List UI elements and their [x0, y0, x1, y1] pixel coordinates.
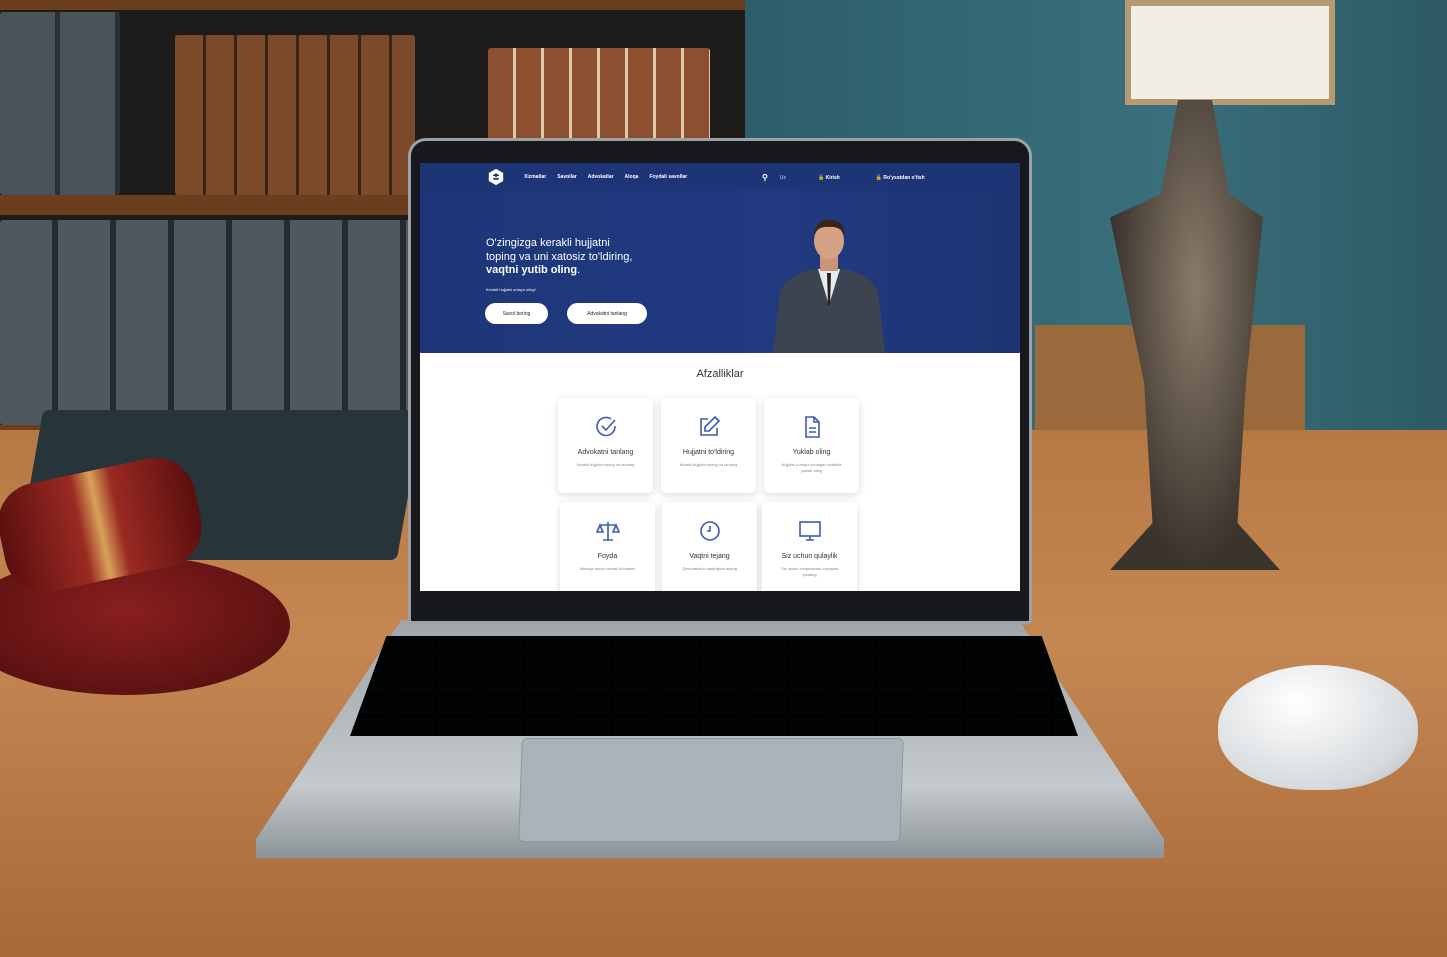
navbar: Xizmatlar Savollar Advokatlar Aloqa Foyd… [420, 163, 1020, 191]
choose-lawyer-button[interactable]: Advokatni tanlang [567, 303, 647, 324]
advantage-card: Siz uchun qulaylik Siz uydan chiqmasdan … [762, 502, 857, 591]
ask-question-button[interactable]: Savol bering [485, 303, 548, 324]
card-desc: Qimmatbaho vaqtingizni tejang [682, 566, 737, 571]
monitor-icon [798, 521, 821, 541]
laptop-screen: Xizmatlar Savollar Advokatlar Aloqa Foyd… [420, 163, 1020, 591]
login-label: Kirish [825, 174, 840, 181]
card-title: Yuklab oling [792, 449, 831, 456]
card-title: Hujjatni to'ldiring [682, 449, 735, 456]
card-desc: Hujjatni o'zingiz xohlagan shaklda yukla… [781, 462, 842, 473]
clock-icon [699, 521, 720, 541]
card-desc: Siz uydan chiqmasdan murojaat yarating [781, 566, 838, 577]
card-desc: Mutlaqo bepul xizmat ko'rsatish [579, 566, 636, 571]
advantage-card: Hujjatni to'ldiring Kerakli hujjatni top… [661, 398, 756, 493]
advantage-card: Foyda Mutlaqo bepul xizmat ko'rsatish [560, 502, 655, 591]
nav-link-xizmatlar[interactable]: Xizmatlar [524, 174, 546, 180]
trackpad [518, 738, 904, 842]
register-button[interactable]: 🔓 Ro'yxatdan o'tish [876, 175, 925, 181]
wall-picture [1125, 0, 1335, 105]
card-title: Siz uchun qulaylik [781, 553, 838, 560]
card-desc: Kerakli hujjatni toping va tanlang [679, 462, 738, 467]
advantage-card: Advokatni tanlang Kerakli hujjatni topin… [558, 398, 653, 493]
edit-icon [699, 415, 720, 436]
nav-link-aloqa[interactable]: Aloqa [625, 174, 639, 180]
card-title: Foyda [597, 553, 618, 560]
check-circle-icon [595, 416, 616, 437]
keyboard [350, 636, 1078, 736]
search-icon[interactable]: ⚲ [762, 173, 768, 182]
lock-icon: 🔓 [817, 174, 825, 181]
scales-icon [595, 522, 620, 541]
lock-icon: 🔓 [875, 174, 883, 181]
card-desc: Kerakli hujjatni toping va tanlang [576, 462, 635, 467]
nav-link-savollar[interactable]: Savollar [557, 174, 576, 180]
advantage-card: Yuklab oling Hujjatni o'zingiz xohlagan … [764, 398, 859, 493]
nav-link-advokatlar[interactable]: Advokatlar [588, 174, 614, 180]
nav-link-foydali-savollar[interactable]: Foydali savollar [649, 174, 687, 180]
language-select[interactable]: Uz [780, 175, 786, 181]
mouse [1218, 665, 1418, 790]
card-title: Advokatni tanlang [577, 449, 634, 456]
advantages-title: Afzalliklar [696, 368, 744, 380]
hero-title: O'zingizga kerakli hujjatni toping va uni… [486, 237, 633, 276]
hero-subtitle: Kerakli hujjatni onlayn oling! [486, 287, 536, 292]
logo-icon[interactable] [487, 168, 505, 186]
lawyer-photo [773, 219, 885, 353]
card-title: Vaqtni tejang [689, 553, 730, 560]
hero: O'zingizga kerakli hujjatni toping va uni… [420, 191, 1020, 353]
document-icon [804, 416, 820, 438]
login-button[interactable]: 🔓 Kirish [818, 175, 840, 181]
advantage-card: Vaqtni tejang Qimmatbaho vaqtingizni tej… [662, 502, 757, 591]
register-label: Ro'yxatdan o'tish [883, 174, 925, 181]
